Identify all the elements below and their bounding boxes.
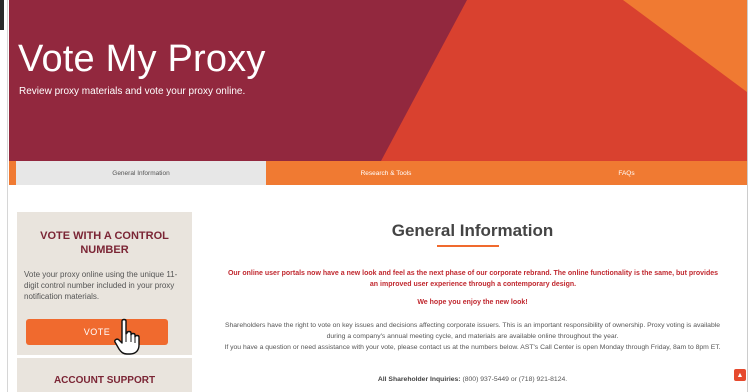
tab-bar-left-gap xyxy=(9,161,16,185)
vote-card-title: VOTE WITH A CONTROL NUMBER xyxy=(40,230,169,256)
tab-bar: General Information Research & Tools FAQ… xyxy=(9,161,747,185)
tab-research-tools[interactable]: Research & Tools xyxy=(266,161,506,185)
page-title: Vote My Proxy xyxy=(18,38,266,80)
window-right-frame xyxy=(747,0,748,392)
tab-faqs[interactable]: FAQs xyxy=(506,161,747,185)
inquiries-label: All Shareholder Inquiries: xyxy=(377,376,461,383)
account-support-title: ACCOUNT SUPPORT xyxy=(53,375,156,386)
voting-rights-paragraph: Shareholders have the right to vote on k… xyxy=(224,322,721,340)
section-title-underline xyxy=(437,245,499,247)
rebrand-notice-closing: We hope you enjoy the new look! xyxy=(417,299,528,306)
vote-card-text: Vote your proxy online using the unique … xyxy=(24,270,178,301)
hero-banner: Vote My Proxy Review proxy materials and… xyxy=(9,0,747,161)
contact-assistance-paragraph: If you have a question or need assistanc… xyxy=(224,344,721,351)
window-left-frame xyxy=(0,0,8,392)
window-frame-mark xyxy=(0,0,4,30)
sidebar: VOTE WITH A CONTROL NUMBER Vote your pro… xyxy=(17,212,192,392)
rebrand-notice: Our online user portals now have a new l… xyxy=(227,270,719,288)
inquiries-numbers: (800) 937-5449 or (718) 921-8124. xyxy=(462,376,568,383)
shareholder-inquiries: All Shareholder Inquiries: (800) 937-544… xyxy=(205,376,740,383)
section-title: General Information xyxy=(391,221,554,240)
hand-pointer-icon xyxy=(114,318,140,355)
sidebar-divider xyxy=(17,355,192,358)
chevron-up-icon: ▲ xyxy=(736,371,744,379)
scroll-to-top-button[interactable]: ▲ xyxy=(734,369,746,381)
page-subtitle: Review proxy materials and vote your pro… xyxy=(19,86,246,97)
tab-general-information[interactable]: General Information xyxy=(16,161,266,185)
